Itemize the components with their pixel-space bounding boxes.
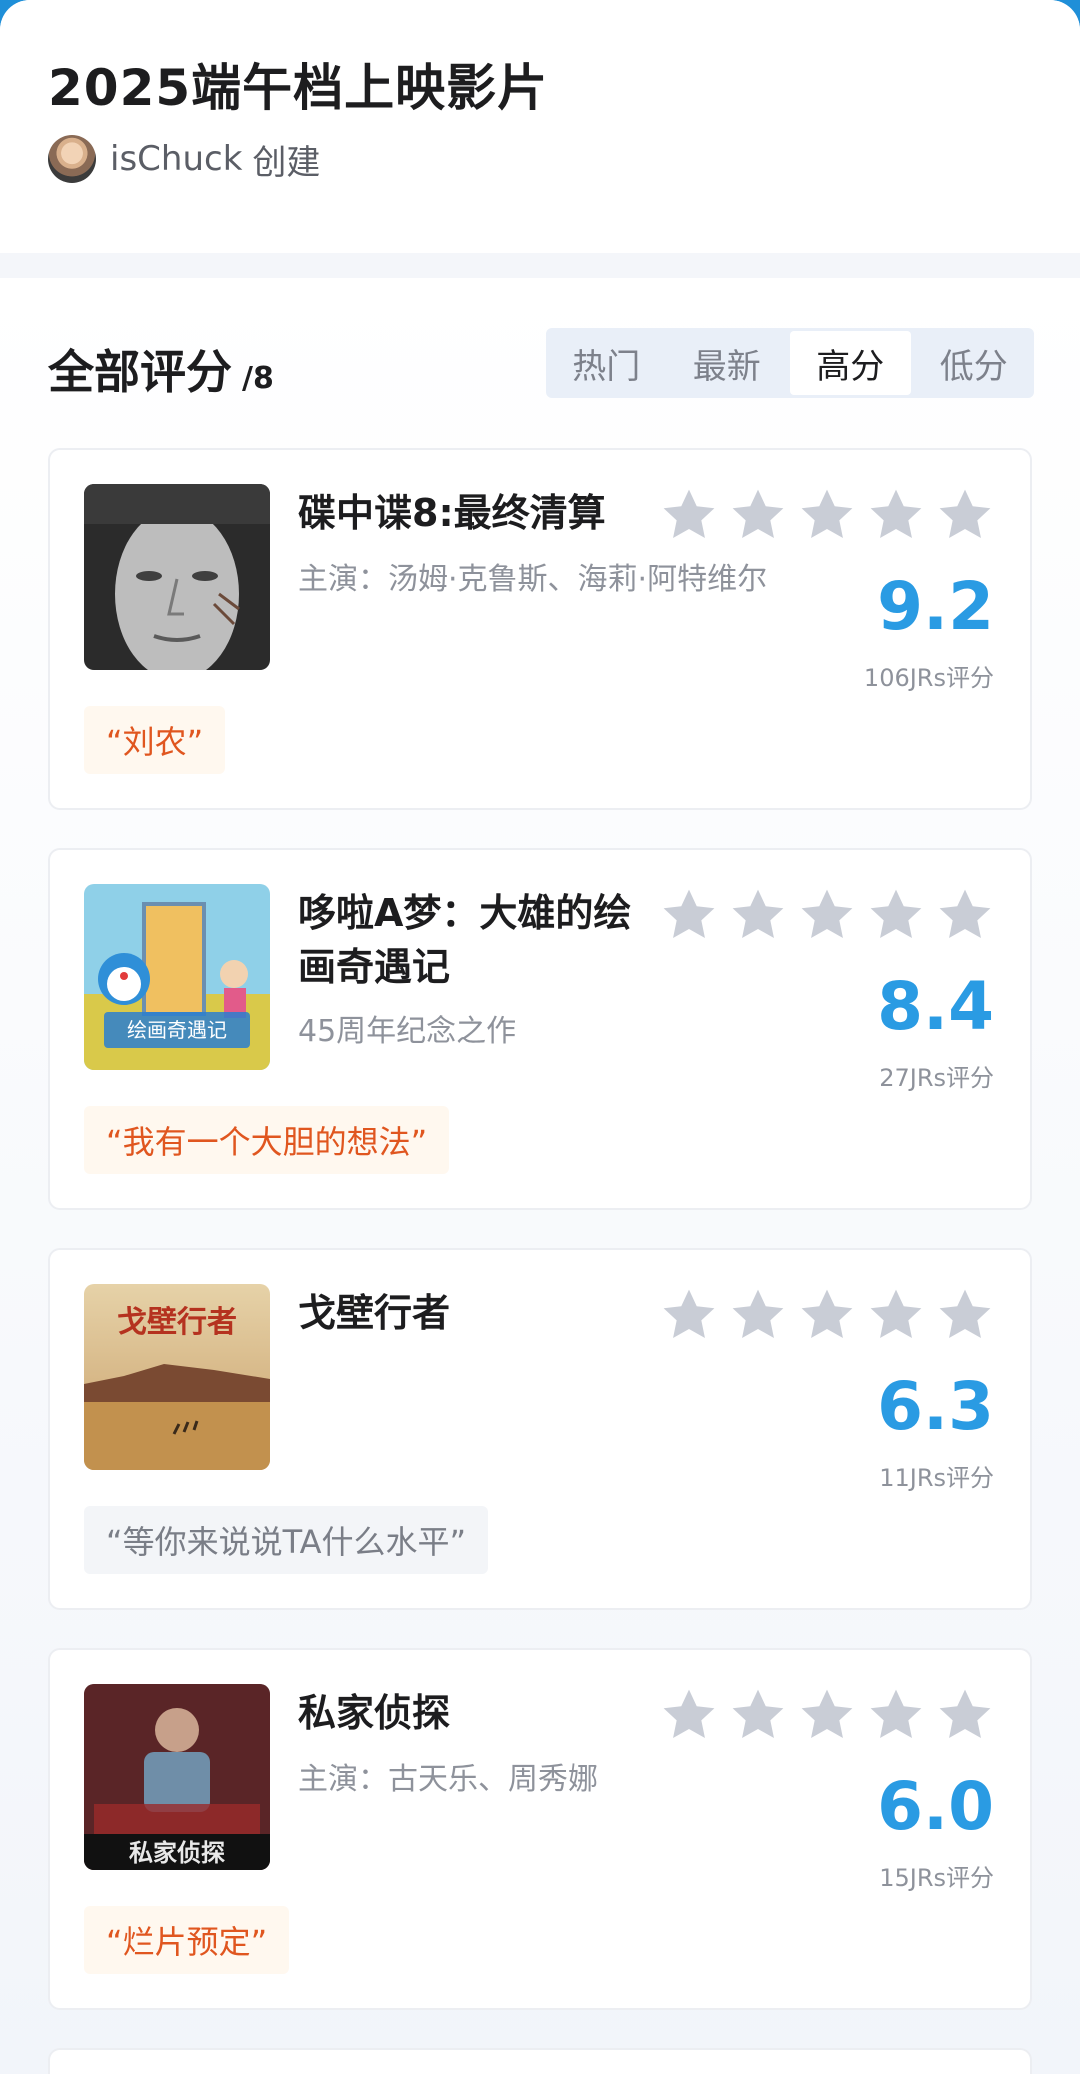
rating-count: 15JRs评分 <box>879 1864 994 1892</box>
star-icon[interactable] <box>936 486 994 544</box>
movie-card[interactable]: 绘画奇遇记 哆啦A梦：大雄的绘画奇遇记 45周年纪念之作 8.4 27JRs评分… <box>48 848 1032 1210</box>
rating-stars[interactable] <box>660 486 1005 544</box>
star-icon[interactable] <box>867 886 925 944</box>
top-comment[interactable]: “烂片预定” <box>84 1906 290 1974</box>
star-icon[interactable] <box>936 1286 994 1344</box>
poster-text: 戈壁行者 <box>117 1305 237 1340</box>
list-header: 2025端午档上映影片 isChuck 创建 <box>0 0 1080 253</box>
rating-stars[interactable] <box>660 1286 1005 1344</box>
poster-text: 私家侦探 <box>129 1838 225 1867</box>
star-icon[interactable] <box>729 886 787 944</box>
star-icon[interactable] <box>867 486 925 544</box>
creator-name[interactable]: isChuck <box>110 139 242 179</box>
star-icon[interactable] <box>660 1686 718 1744</box>
top-comment[interactable]: “等你来说说TA什么水平” <box>84 1506 489 1574</box>
desert-poster-image: 戈壁行者 <box>84 1284 270 1470</box>
tab-low-score[interactable]: 低分 <box>914 328 1035 398</box>
star-icon[interactable] <box>660 886 718 944</box>
rating-count: 27JRs评分 <box>879 1064 994 1092</box>
star-icon[interactable] <box>660 1286 718 1344</box>
movie-score: 9.2 <box>877 568 994 645</box>
tab-hot[interactable]: 热门 <box>546 328 667 398</box>
avatar[interactable] <box>48 135 96 183</box>
movie-card[interactable]: 碟中谍8:最终清算 主演：汤姆·克鲁斯、海莉·阿特维尔 9.2 106JRs评分… <box>48 448 1032 810</box>
top-comment[interactable]: “刘农” <box>84 706 226 774</box>
star-icon[interactable] <box>867 1686 925 1744</box>
movie-score: 6.3 <box>877 1368 994 1445</box>
cartoon-poster-image: 绘画奇遇记 <box>84 884 270 1070</box>
movie-title[interactable]: 碟中谍8:最终清算 <box>298 486 638 540</box>
movie-poster[interactable]: 戈壁行者 <box>84 1284 270 1470</box>
top-comment[interactable]: “我有一个大胆的想法” <box>84 1106 450 1174</box>
page-title: 2025端午档上映影片 <box>48 59 549 117</box>
star-icon[interactable] <box>798 1686 856 1744</box>
portrait-poster-image <box>84 484 270 670</box>
page: 2025端午档上映影片 isChuck 创建 全部评分/8 热门 最新 高分 低… <box>0 0 1080 2074</box>
rating-count: 11JRs评分 <box>879 1464 994 1492</box>
movie-card-partial[interactable] <box>48 2048 1032 2074</box>
section-title-text: 全部评分 <box>48 345 232 399</box>
movie-subtitle: 主演：汤姆·克鲁斯、海莉·阿特维尔 <box>298 562 768 597</box>
movie-score: 8.4 <box>877 968 994 1045</box>
movie-title[interactable]: 戈壁行者 <box>298 1286 638 1340</box>
poster-text: 绘画奇遇记 <box>127 1018 227 1042</box>
creator-suffix: 创建 <box>252 142 321 183</box>
star-icon[interactable] <box>867 1286 925 1344</box>
star-icon[interactable] <box>798 486 856 544</box>
movie-card[interactable]: 私家侦探 私家侦探 主演：古天乐、周秀娜 6.0 15JRs评分 “烂片预定” <box>48 1648 1032 2010</box>
star-icon[interactable] <box>729 1286 787 1344</box>
movie-score: 6.0 <box>877 1768 994 1845</box>
rating-stars[interactable] <box>660 886 1005 944</box>
movie-card[interactable]: 戈壁行者 戈壁行者 6.3 11JRs评分 “等你来说说TA什么水平” <box>48 1248 1032 1610</box>
creator-info[interactable]: isChuck 创建 <box>48 134 320 184</box>
section-count: /8 <box>242 361 274 396</box>
movie-poster[interactable]: 绘画奇遇记 <box>84 884 270 1070</box>
star-icon[interactable] <box>936 886 994 944</box>
section-title: 全部评分/8 <box>48 336 274 402</box>
star-icon[interactable] <box>729 486 787 544</box>
sort-tabs: 热门 最新 高分 低分 <box>546 328 1034 398</box>
detective-poster-image: 私家侦探 <box>84 1684 270 1870</box>
movie-subtitle: 45周年纪念之作 <box>298 1014 517 1049</box>
movie-poster[interactable] <box>84 484 270 670</box>
star-icon[interactable] <box>936 1686 994 1744</box>
movie-title[interactable]: 私家侦探 <box>298 1686 638 1740</box>
star-icon[interactable] <box>660 486 718 544</box>
movie-title[interactable]: 哆啦A梦：大雄的绘画奇遇记 <box>298 886 638 994</box>
movie-poster[interactable]: 私家侦探 <box>84 1684 270 1870</box>
tab-latest[interactable]: 最新 <box>667 328 788 398</box>
star-icon[interactable] <box>798 1286 856 1344</box>
rating-count: 106JRs评分 <box>863 664 994 692</box>
star-icon[interactable] <box>729 1686 787 1744</box>
star-icon[interactable] <box>798 886 856 944</box>
tab-high-score[interactable]: 高分 <box>790 331 911 395</box>
rating-stars[interactable] <box>660 1686 1005 1744</box>
movie-subtitle: 主演：古天乐、周秀娜 <box>298 1762 598 1797</box>
